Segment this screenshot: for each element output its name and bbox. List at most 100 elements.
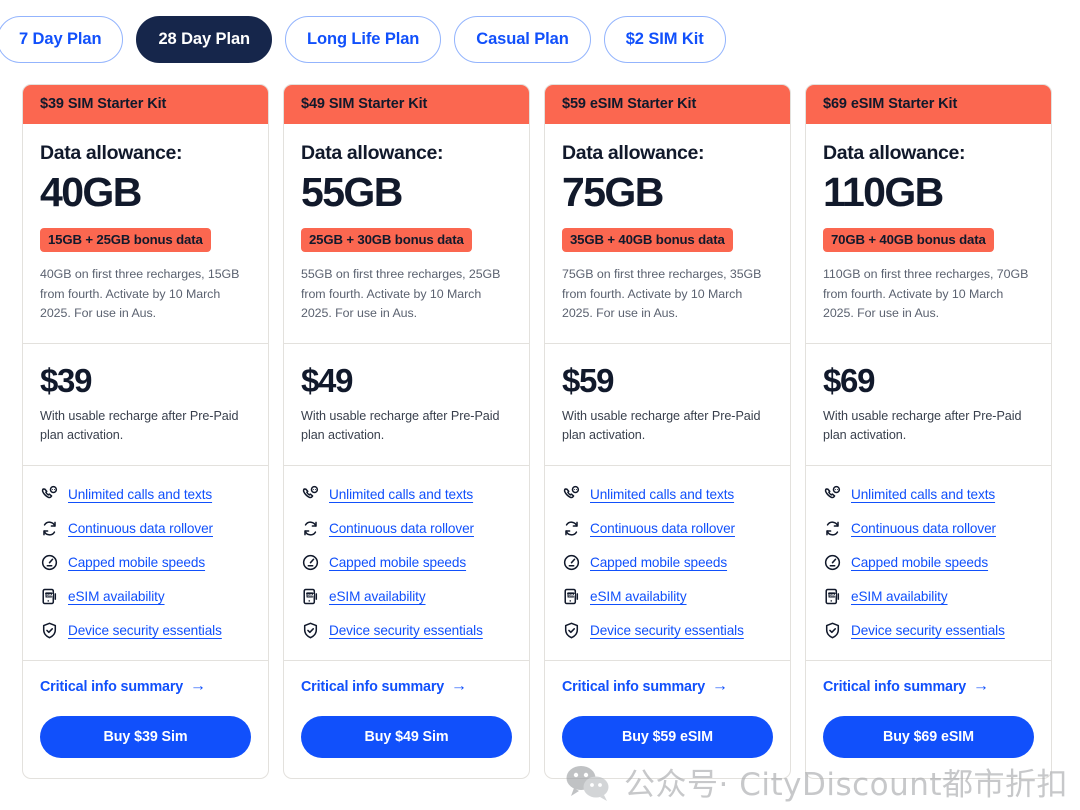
feature-label: Capped mobile speeds — [68, 554, 206, 570]
allowance-section: Data allowance: 55GB 25GB + 30GB bonus dat… — [284, 124, 529, 344]
allowance-value: 75GB — [562, 169, 664, 216]
feature-label: Unlimited calls and texts — [68, 486, 213, 502]
features-section: Unlimited calls and texts Continuous data… — [545, 466, 790, 661]
feature-label: Unlimited calls and texts — [851, 486, 996, 502]
feature-label: eSIM availability — [329, 588, 426, 604]
plan-card: $59 eSIM Starter Kit Data allowance: 75GB 3… — [544, 84, 791, 779]
feature-link-4[interactable]: Device security essentials — [40, 621, 251, 640]
speedometer-icon — [40, 553, 59, 572]
fine-print: 75GB on first three recharges, 35GB from… — [562, 267, 762, 320]
critical-info-summary-link[interactable]: Critical info summary → — [301, 678, 512, 695]
feature-label: Device security essentials — [590, 622, 744, 638]
rollover-refresh-icon — [40, 519, 59, 538]
rollover-refresh-icon — [562, 519, 581, 538]
critical-info-summary-link[interactable]: Critical info summary → — [40, 678, 251, 695]
feature-link-1[interactable]: Continuous data rollover — [562, 519, 773, 538]
plan-card: $49 SIM Starter Kit Data allowance: 55GB 25… — [283, 84, 530, 779]
esim-phone-icon: eSIM — [823, 587, 842, 606]
feature-label: Device security essentials — [851, 622, 1005, 638]
feature-link-4[interactable]: Device security essentials — [823, 621, 1034, 640]
feature-link-3[interactable]: eSIM eSIM availability — [40, 587, 251, 606]
buy-button[interactable]: Buy $49 Sim — [301, 715, 512, 758]
shield-check-icon — [823, 621, 842, 640]
feature-label: Unlimited calls and texts — [329, 486, 474, 502]
critical-info-summary-link[interactable]: Critical info summary → — [562, 677, 773, 695]
plan-tab-0[interactable]: 7 Day Plan — [0, 16, 124, 63]
feature-link-3[interactable]: eSIM eSIM availability — [562, 587, 773, 606]
features-section: Unlimited calls and texts Continuous data… — [284, 466, 529, 661]
rollover-refresh-icon — [823, 519, 842, 538]
feature-link-2[interactable]: Capped mobile speeds — [562, 553, 773, 572]
allowance-label: Data allowance: — [40, 142, 183, 165]
allowance-section: Data allowance: 40GB 15GB + 25GB bonus dat… — [23, 124, 268, 344]
card-header: $39 SIM Starter Kit — [23, 85, 268, 125]
feature-label: eSIM availability — [851, 588, 948, 604]
plans-page: 7 Day Plan 28 Day Plan Long Life Plan Casua… — [0, 0, 1080, 810]
card-header: $49 SIM Starter Kit — [284, 85, 529, 125]
buy-button[interactable]: Buy $69 eSIM — [823, 715, 1034, 758]
plan-tab-3[interactable]: Casual Plan — [454, 16, 591, 63]
fine-print: 40GB on first three recharges, 15GB from… — [40, 267, 240, 320]
speedometer-icon — [562, 553, 581, 572]
price-section: $69 With usable recharge after Pre-Paid p… — [806, 344, 1051, 466]
plan-tab-4[interactable]: $2 SIM Kit — [603, 16, 726, 63]
esim-phone-icon: eSIM — [301, 587, 320, 606]
feature-label: Unlimited calls and texts — [590, 486, 735, 502]
bonus-badge: 25GB + 30GB bonus data — [301, 228, 472, 253]
feature-link-4[interactable]: Device security essentials — [301, 621, 512, 640]
feature-link-2[interactable]: Capped mobile speeds — [301, 553, 512, 572]
feature-link-1[interactable]: Continuous data rollover — [301, 519, 512, 538]
feature-link-2[interactable]: Capped mobile speeds — [823, 553, 1034, 572]
critical-info-summary-label: Critical info summary — [562, 678, 706, 695]
feature-link-4[interactable]: Device security essentials — [562, 621, 773, 640]
features-section: Unlimited calls and texts Continuous data… — [806, 466, 1051, 661]
feature-link-3[interactable]: eSIM eSIM availability — [823, 587, 1034, 606]
critical-info-summary-link[interactable]: Critical info summary → — [823, 678, 1034, 695]
feature-link-3[interactable]: eSIM eSIM availability — [301, 587, 512, 606]
price-section: $39 With usable recharge after Pre-Paid p… — [23, 344, 268, 466]
shield-check-icon — [562, 621, 581, 640]
fine-print: 110GB on first three recharges, 70GB fro… — [823, 267, 1029, 320]
price-value: $39 — [40, 361, 92, 399]
allowance-label: Data allowance: — [823, 142, 966, 165]
plan-tab-2[interactable]: Long Life Plan — [285, 16, 442, 63]
feature-link-1[interactable]: Continuous data rollover — [40, 519, 251, 538]
buy-button[interactable]: Buy $59 eSIM — [562, 715, 773, 758]
feature-label: Continuous data rollover — [590, 520, 735, 536]
allowance-section: Data allowance: 110GB 70GB + 40GB bonus da… — [806, 124, 1051, 344]
bonus-badge: 15GB + 25GB bonus data — [40, 228, 211, 253]
price-value: $69 — [823, 361, 875, 399]
buy-button[interactable]: Buy $39 Sim — [40, 715, 251, 758]
phone-chat-icon — [823, 485, 842, 504]
allowance-label: Data allowance: — [301, 142, 444, 165]
cta-section: Critical info summary → Buy $39 Sim — [23, 661, 268, 778]
allowance-value: 40GB — [40, 169, 142, 216]
feature-link-0[interactable]: Unlimited calls and texts — [562, 485, 773, 504]
feature-label: eSIM availability — [590, 588, 687, 604]
feature-label: eSIM availability — [68, 588, 165, 604]
feature-label: Capped mobile speeds — [590, 554, 728, 570]
bonus-badge: 70GB + 40GB bonus data — [823, 228, 994, 253]
allowance-value: 55GB — [301, 169, 403, 216]
plan-card: $39 SIM Starter Kit Data allowance: 40GB 15… — [22, 84, 269, 779]
price-section: $59 With usable recharge after Pre-Paid p… — [545, 344, 790, 466]
phone-chat-icon — [40, 485, 59, 504]
feature-link-0[interactable]: Unlimited calls and texts — [823, 485, 1034, 504]
price-note: With usable recharge after Pre-Paid plan… — [562, 408, 761, 442]
plan-tab-bar: 7 Day Plan 28 Day Plan Long Life Plan Casua… — [0, 16, 726, 63]
svg-text:eSIM: eSIM — [44, 592, 53, 597]
feature-label: Continuous data rollover — [68, 520, 213, 536]
feature-link-0[interactable]: Unlimited calls and texts — [301, 485, 512, 504]
arrow-right-icon: → — [712, 677, 728, 695]
feature-link-0[interactable]: Unlimited calls and texts — [40, 485, 251, 504]
esim-phone-icon: eSIM — [562, 587, 581, 606]
speedometer-icon — [823, 553, 842, 572]
card-header: $69 eSIM Starter Kit — [806, 85, 1051, 125]
feature-link-1[interactable]: Continuous data rollover — [823, 519, 1034, 538]
plan-tab-1[interactable]: 28 Day Plan — [136, 16, 273, 63]
plan-cards-row: $39 SIM Starter Kit Data allowance: 40GB 15… — [22, 84, 1064, 779]
allowance-label: Data allowance: — [562, 142, 705, 165]
feature-label: Continuous data rollover — [329, 520, 474, 536]
feature-link-2[interactable]: Capped mobile speeds — [40, 553, 251, 572]
bonus-badge: 35GB + 40GB bonus data — [562, 228, 733, 253]
